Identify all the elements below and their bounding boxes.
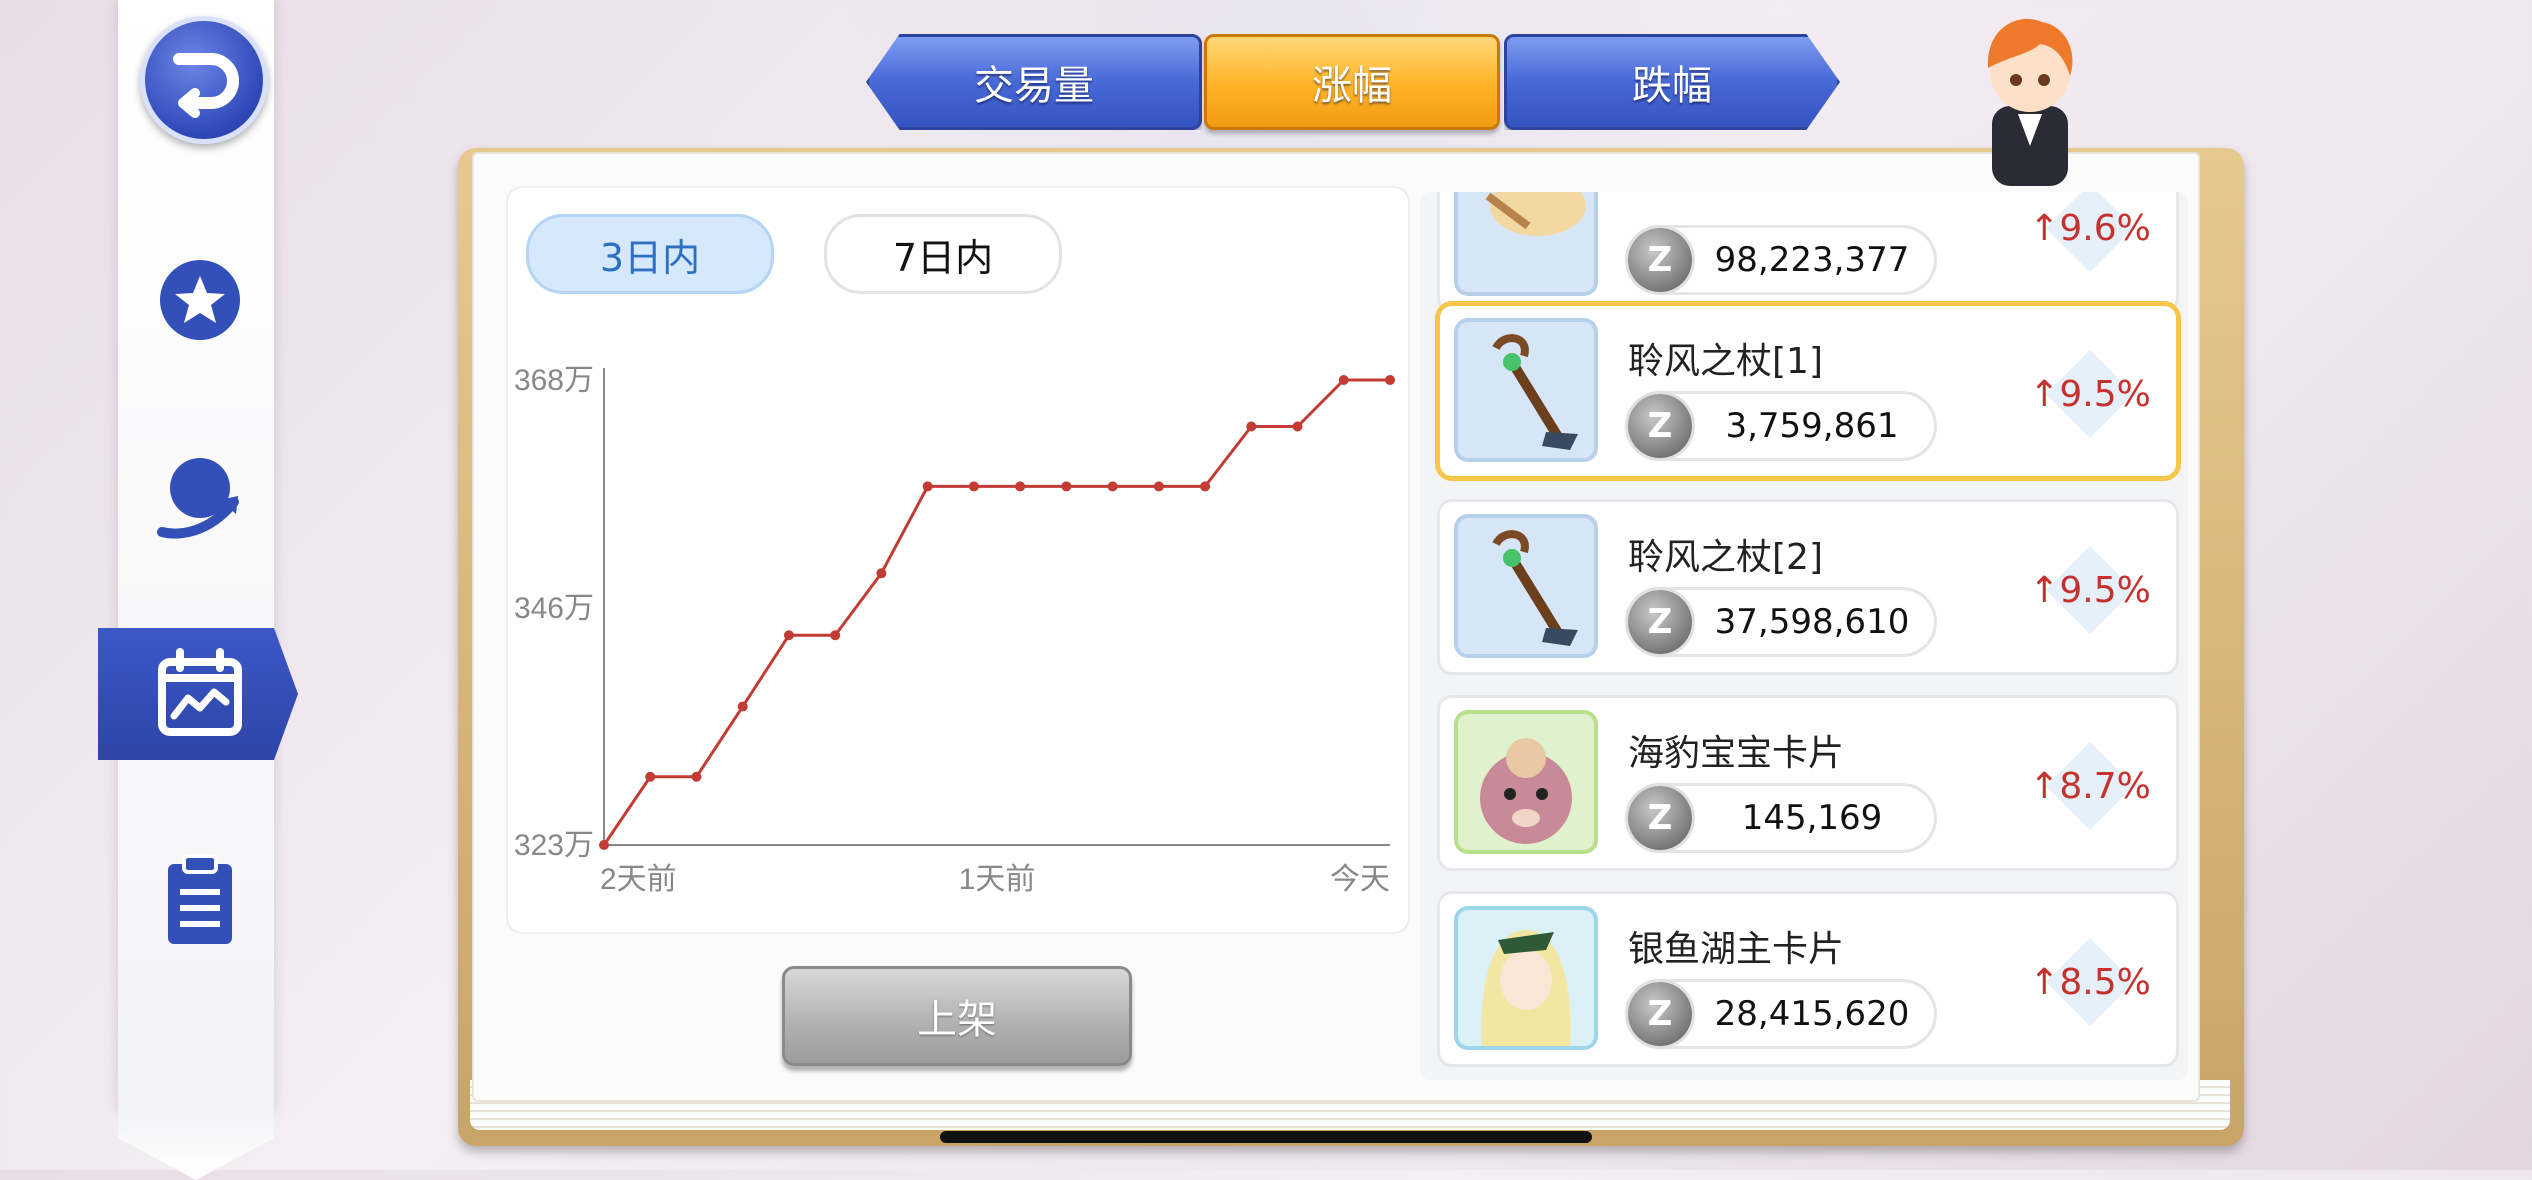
list-item[interactable]: 聆风之杖[2] Z 37,598,610 ↑9.5% [1440,502,2176,672]
range-7days-button[interactable]: 7日内 [824,214,1062,294]
zeny-coin-icon: Z [1628,786,1692,850]
price-pill: Z 98,223,377 [1628,228,1934,292]
tab-rise[interactable]: 涨幅 [1204,34,1500,130]
price-data-point [830,630,841,641]
y-tick-label: 368万 [514,364,594,397]
home-indicator [940,1131,1592,1143]
calendar-chart-icon [158,648,242,736]
globe-arrow-icon [157,458,239,539]
price-pill: Z 145,169 [1628,786,1934,850]
item-thumbnail [1458,518,1594,654]
list-item-button-label: 上架 [917,997,997,1043]
item-price: 145,169 [1741,798,1883,838]
x-tick-label: 今天 [1330,863,1390,896]
price-change-value: ↑9.5% [2029,373,2151,415]
price-change-value: ↑8.5% [2029,961,2151,1003]
item-name: 聆风之杖[1] [1628,341,1823,382]
price-change-value: ↑9.6% [2029,207,2151,249]
price-data-point [645,771,656,782]
price-data-point [876,568,887,579]
item-name: 海豹宝宝卡片 [1628,733,1845,774]
price-data-point [1385,375,1395,385]
price-data-point [1061,481,1072,492]
price-data-point [783,630,794,641]
price-pill: Z 37,598,610 [1628,590,1934,654]
zeny-coin-icon: Z [1628,982,1692,1046]
list-item[interactable]: Z 98,223,377 ↑9.6% [1440,192,2176,310]
price-data-point [1246,421,1257,432]
price-change-value: ↑8.7% [2029,765,2151,807]
price-data-point [1015,481,1026,492]
item-price: 28,415,620 [1714,994,1910,1034]
price-change-value: ↑9.5% [2029,569,2151,611]
back-button[interactable] [140,16,268,144]
price-change-badge: ↑8.5% [2029,942,2151,1022]
price-change-badge: ↑9.6% [2029,192,2151,268]
price-change-badge: ↑9.5% [2029,550,2151,630]
price-pill: Z 3,759,861 [1628,394,1934,458]
price-data-point [1200,481,1211,492]
range-3days-button[interactable]: 3日内 [526,214,774,294]
y-tick-label: 323万 [514,829,594,862]
nav-exchange[interactable] [148,446,252,550]
list-item[interactable]: 海豹宝宝卡片 Z 145,169 ↑8.7% [1440,698,2176,868]
x-tick-label: 2天前 [600,863,677,896]
price-data-point [1292,421,1303,432]
price-data-point [691,771,702,782]
tab-fall-label: 跌幅 [1632,63,1712,109]
item-thumbnail [1458,714,1594,850]
zeny-coin-icon: Z [1628,590,1692,654]
tab-rise-label: 涨幅 [1312,63,1392,109]
clipboard-icon [168,854,232,944]
top-gainers-list[interactable]: Z 98,223,377 ↑9.6% 聆风之杖[1] Z 3,759,861 ↑9.5% 聆风… [1420,192,2188,1080]
price-data-point [599,840,609,850]
list-item-button[interactable]: 上架 [782,966,1132,1066]
price-data-point [1153,481,1164,492]
tab-volume[interactable]: 交易量 [866,34,1202,130]
item-name: 聆风之杖[2] [1628,537,1823,578]
nav-price-trend[interactable] [148,642,252,746]
tab-volume-label: 交易量 [974,63,1094,109]
price-series-line [602,378,1390,846]
back-icon [173,53,239,118]
price-pill: Z 28,415,620 [1628,982,1934,1046]
tab-fall[interactable]: 跌幅 [1504,34,1840,130]
item-thumbnail [1458,910,1594,1046]
star-icon [160,260,240,340]
item-name: 银鱼湖主卡片 [1628,929,1845,970]
nav-records[interactable] [148,850,252,954]
x-tick-label: 1天前 [959,863,1036,896]
item-price: 37,598,610 [1714,602,1910,642]
price-change-badge: ↑9.5% [2029,354,2151,434]
mascot-avatar [1987,18,2073,186]
list-item[interactable]: 银鱼湖主卡片 Z 28,415,620 ↑8.5% [1440,894,2176,1064]
zeny-coin-icon: Z [1628,394,1692,458]
price-data-point [922,481,933,492]
item-thumbnail [1458,192,1594,292]
range-7days-label: 7日内 [892,235,994,280]
nav-favorites[interactable] [148,248,252,352]
price-data-point [737,701,748,712]
price-change-badge: ↑8.7% [2029,746,2151,826]
price-data-point [1107,481,1118,492]
y-tick-label: 346万 [514,592,594,625]
price-data-point [968,481,979,492]
zeny-coin-icon: Z [1628,228,1692,292]
price-line-chart: 323万 346万 368万 2天前 1天前 今天 [514,364,1395,896]
range-3days-label: 3日内 [599,235,701,280]
item-price: 3,759,861 [1725,406,1899,446]
item-thumbnail [1458,322,1594,458]
price-data-point [1338,375,1349,385]
item-price: 98,223,377 [1714,240,1910,280]
list-item[interactable]: 聆风之杖[1] Z 3,759,861 ↑9.5% [1440,306,2176,476]
